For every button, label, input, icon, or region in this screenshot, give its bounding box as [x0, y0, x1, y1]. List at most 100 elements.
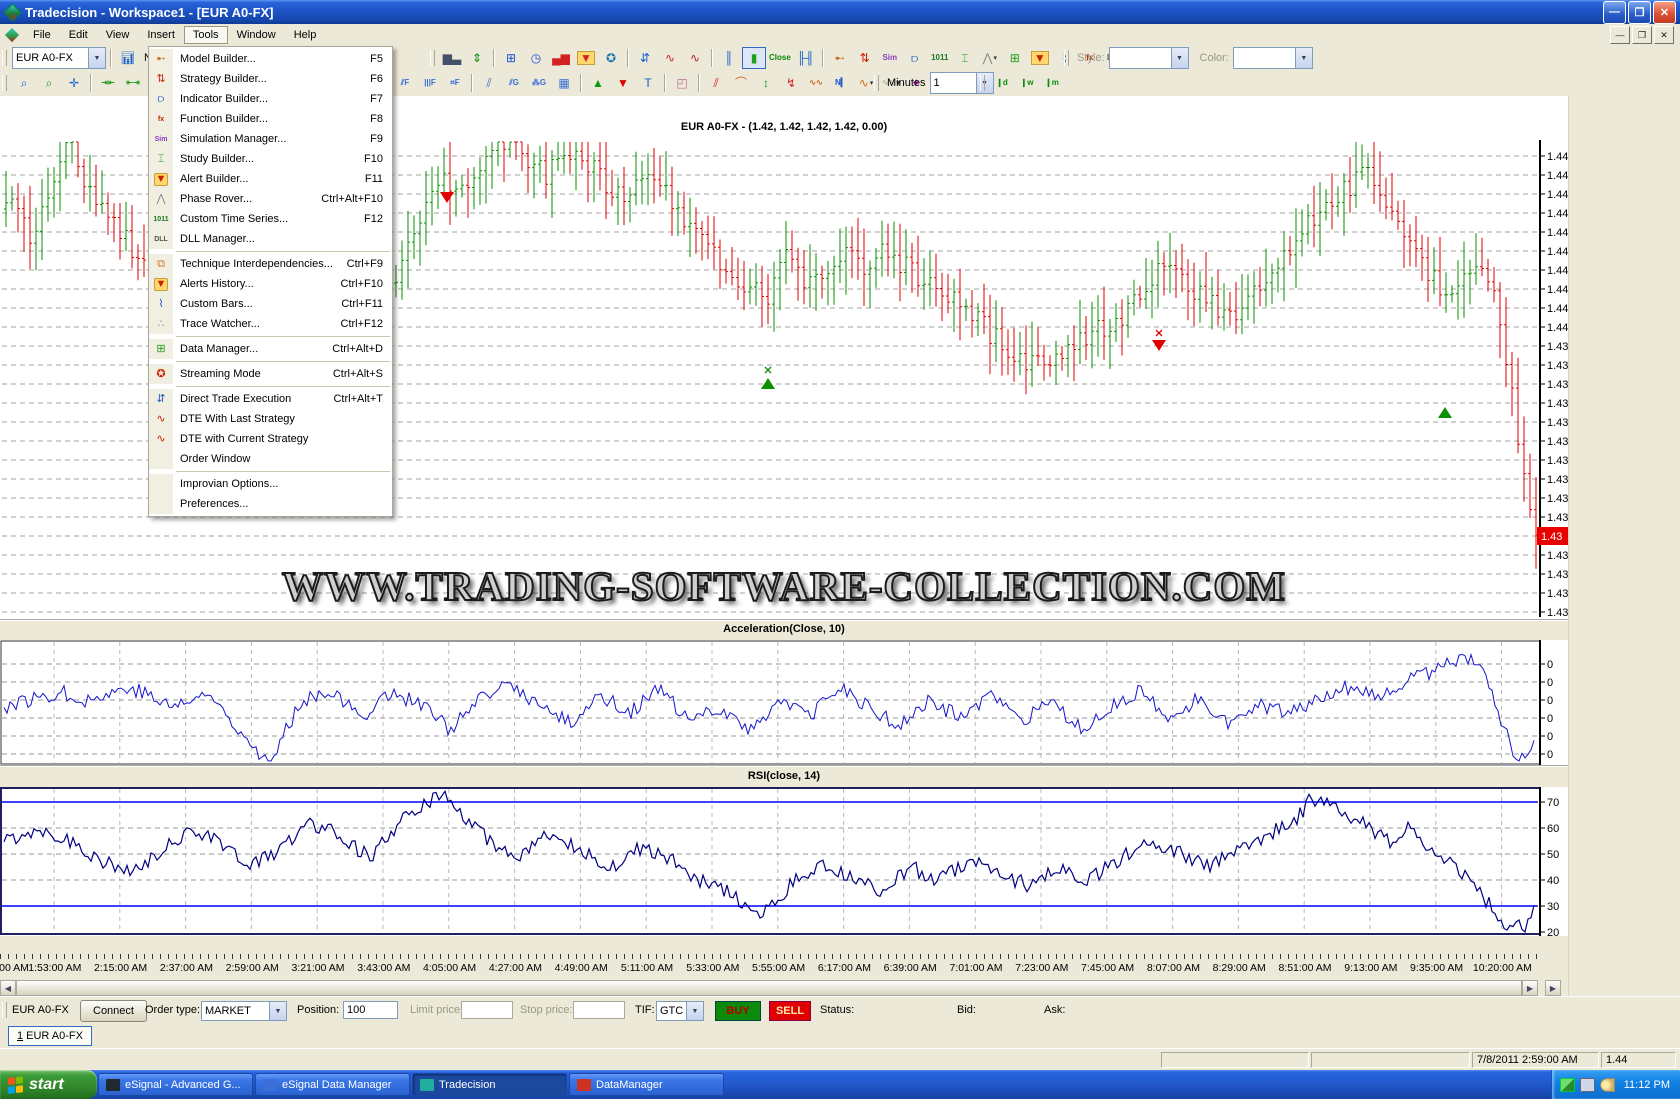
menu-item-direct-trade-execution[interactable]: ⇵Direct Trade ExecutionCtrl+Alt+T	[149, 389, 392, 409]
chevron-down-icon[interactable]: ▼	[1295, 48, 1312, 68]
dte-current-strategy-icon[interactable]: ∿	[683, 47, 707, 69]
chevron-down-icon[interactable]: ▼	[686, 1002, 703, 1020]
zigzag-icon[interactable]: ↯	[779, 72, 803, 94]
scroll-left-button[interactable]: ◀	[0, 980, 16, 996]
strategy-builder-icon[interactable]: ⇅	[853, 47, 877, 69]
menu-item-streaming-mode[interactable]: ✪Streaming ModeCtrl+Alt+S	[149, 364, 392, 384]
menu-item-study-builder[interactable]: ⌶Study Builder...F10	[149, 149, 392, 169]
streaming-globe-icon[interactable]: ✪	[599, 47, 623, 69]
alert-builder-icon[interactable]: ▼	[1028, 47, 1052, 69]
pane-scroll-right-button[interactable]: ▶	[1545, 980, 1561, 996]
menu-item-dte-with-current-strategy[interactable]: ∿DTE with Current Strategy	[149, 429, 392, 449]
horizontal-scrollbar[interactable]: ◀ ▶ ▶	[0, 980, 1568, 996]
child-close-button[interactable]: ✕	[1654, 26, 1674, 44]
simulation-manager-icon[interactable]: Sim	[878, 47, 902, 69]
menu-item-dte-with-last-strategy[interactable]: ∿DTE With Last Strategy	[149, 409, 392, 429]
tif-combo[interactable]: GTC ▼	[656, 1001, 704, 1021]
volume-histogram-icon[interactable]: ▄▆	[549, 47, 573, 69]
scroll-right-button[interactable]: ▶	[1522, 980, 1538, 996]
menu-tools[interactable]: Tools	[184, 26, 228, 44]
stop-price-input[interactable]	[573, 1001, 625, 1019]
limit-price-input[interactable]	[461, 1001, 513, 1019]
symbol-combo[interactable]: EUR A0-FX ▼	[12, 47, 106, 69]
toolbar-grip[interactable]	[2, 75, 7, 91]
menu-item-trace-watcher[interactable]: ∴Trace Watcher...Ctrl+F12	[149, 314, 392, 334]
network-icon[interactable]	[1560, 1078, 1575, 1092]
style-combo[interactable]: ▼	[1109, 47, 1189, 69]
menu-window[interactable]: Window	[228, 26, 285, 44]
menu-item-function-builder[interactable]: fxFunction Builder...F8	[149, 109, 392, 129]
new-chart-icon[interactable]: 📊︎	[116, 47, 140, 69]
monitor-icon[interactable]	[1580, 1078, 1595, 1092]
toolbar-grip[interactable]	[2, 50, 7, 66]
menu-item-alert-builder[interactable]: ▼Alert Builder...F11	[149, 169, 392, 189]
indicator-builder-icon[interactable]: ⫐	[903, 47, 927, 69]
ohlc-bars-icon[interactable]: ║	[717, 47, 741, 69]
order-type-combo[interactable]: MARKET ▼	[201, 1001, 287, 1021]
daily-period-icon[interactable]: ❙d	[990, 72, 1014, 94]
model-builder-icon[interactable]: ➸	[828, 47, 852, 69]
chevron-down-icon[interactable]: ▼	[1171, 48, 1188, 68]
toolbar-grip[interactable]	[874, 75, 879, 91]
fibonacci-fan-icon[interactable]: ⫽F	[393, 72, 417, 94]
data-manager-icon[interactable]: ⊞	[1003, 47, 1027, 69]
menu-item-indicator-builder[interactable]: ⫐Indicator Builder...F7	[149, 89, 392, 109]
menu-item-custom-time-series[interactable]: 1011Custom Time Series...F12	[149, 209, 392, 229]
menu-item-improvian-options[interactable]: Improvian Options...	[149, 474, 392, 494]
rsi-pane[interactable]: 706050403020	[0, 787, 1568, 936]
time-clock-icon[interactable]: ◷	[524, 47, 548, 69]
menu-item-custom-bars[interactable]: ⌇Custom Bars...Ctrl+F11	[149, 294, 392, 314]
gann-grid-icon[interactable]: ⁂G	[527, 72, 551, 94]
child-minimize-button[interactable]: —	[1610, 26, 1630, 44]
trendline-icon[interactable]: ⫽	[704, 72, 728, 94]
minimize-button[interactable]: —	[1603, 1, 1626, 24]
taskbar-task-esignal-advanced-g[interactable]: eSignal - Advanced G...	[98, 1073, 253, 1096]
candlestick-style-icon[interactable]: ▮	[742, 47, 766, 69]
regression-icon[interactable]: ⌒	[729, 72, 753, 94]
workspace-tab-eur-a0-fx[interactable]: 1 EUR A0-FX	[8, 1026, 92, 1046]
sell-marker-icon[interactable]: ▼	[611, 72, 635, 94]
restore-button[interactable]: ❐	[1628, 1, 1651, 24]
toolbar-grip[interactable]	[980, 75, 985, 91]
buy-marker-icon[interactable]	[1438, 407, 1452, 418]
menu-file[interactable]: File	[24, 26, 60, 44]
eraser-icon[interactable]: ◰	[670, 72, 694, 94]
connect-button[interactable]: Connect	[80, 1000, 147, 1022]
fibonacci-levels-icon[interactable]: |||F	[418, 72, 442, 94]
alert-icon[interactable]: ▼	[574, 47, 598, 69]
sell-button[interactable]: SELL	[769, 1001, 811, 1021]
n-wave-icon[interactable]: N▎	[829, 72, 853, 94]
menu-item-simulation-manager[interactable]: SimSimulation Manager...F9	[149, 129, 392, 149]
study-builder-icon[interactable]: ⌶	[953, 47, 977, 69]
buy-marker-icon[interactable]	[761, 378, 775, 389]
menu-item-technique-interdependencies[interactable]: ⧉Technique Interdependencies...Ctrl+F9	[149, 254, 392, 274]
chevron-down-icon[interactable]: ▼	[88, 48, 105, 68]
menu-item-alerts-history[interactable]: ▼Alerts History...Ctrl+F10	[149, 274, 392, 294]
buy-button[interactable]: BUY	[715, 1001, 761, 1021]
menu-item-model-builder[interactable]: ➸Model Builder...F5	[149, 49, 392, 69]
close-line-icon[interactable]: Close	[767, 47, 793, 69]
dte-last-strategy-icon[interactable]: ∿	[658, 47, 682, 69]
pan-icon[interactable]: ✛	[62, 72, 86, 94]
hlc-bars-icon[interactable]: ╟╢	[794, 47, 818, 69]
waves-icon[interactable]: ∿∿	[804, 72, 828, 94]
menu-item-data-manager[interactable]: ⊞Data Manager...Ctrl+Alt+D	[149, 339, 392, 359]
candle-updown-icon[interactable]: ⇕	[465, 47, 489, 69]
menu-item-phase-rover[interactable]: ⋀Phase Rover...Ctrl+Alt+F10	[149, 189, 392, 209]
menu-help[interactable]: Help	[285, 26, 326, 44]
custom-time-series-icon[interactable]: 1011	[928, 47, 952, 69]
zoom-reset-icon[interactable]: ⌕	[37, 72, 61, 94]
chevron-down-icon[interactable]: ▼	[269, 1002, 286, 1020]
position-input[interactable]: 100	[343, 1001, 398, 1019]
taskbar-task-tradecision[interactable]: Tradecision	[412, 1073, 567, 1096]
volume-icon[interactable]	[1600, 1078, 1615, 1092]
zoom-in-icon[interactable]: ⌕	[12, 72, 36, 94]
weekly-period-icon[interactable]: ❙w	[1015, 72, 1039, 94]
fibonacci-timezones-icon[interactable]: ⌗F	[443, 72, 467, 94]
grid-icon[interactable]: ▦	[552, 72, 576, 94]
acceleration-pane[interactable]: 000000	[0, 640, 1568, 765]
scrollbar-thumb[interactable]	[16, 980, 1522, 996]
toolbar-grip[interactable]	[1064, 50, 1069, 66]
bars-expand-icon[interactable]: ⇤⇥	[121, 72, 145, 94]
range-icon[interactable]: ↕	[754, 72, 778, 94]
